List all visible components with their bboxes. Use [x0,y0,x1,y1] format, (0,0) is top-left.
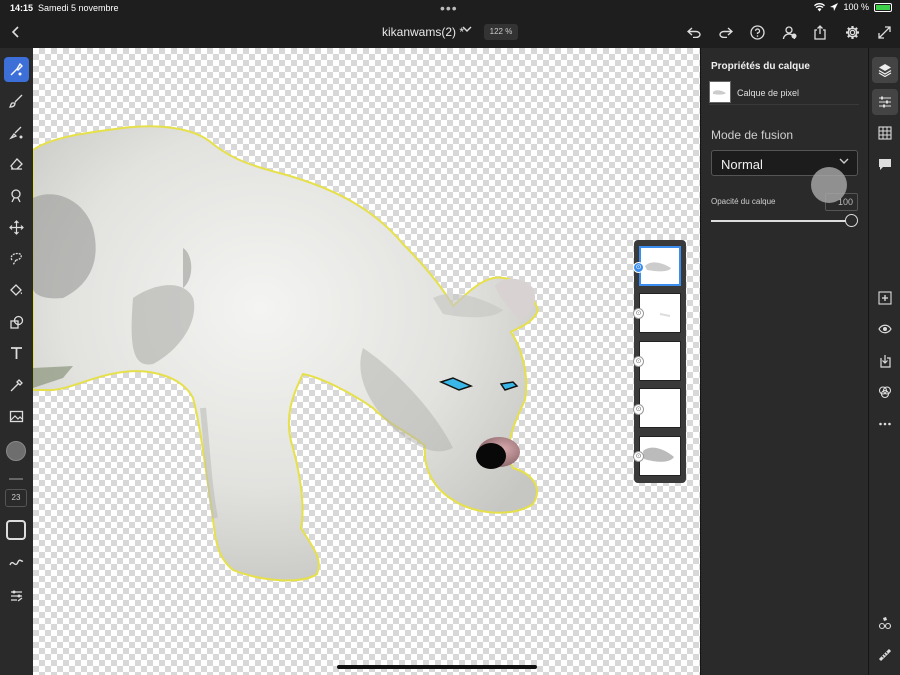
brush-settings-icon[interactable] [4,583,29,608]
document-title[interactable]: kikanwams(2) * [382,25,464,39]
title-bar: kikanwams(2) * 122 % [0,16,900,48]
multitask-dots-icon[interactable]: ••• [440,0,458,16]
lasso-tool-icon[interactable] [4,246,29,271]
brush-tool-icon[interactable] [4,88,29,113]
back-chevron-icon[interactable] [6,22,26,42]
export-icon[interactable] [810,22,830,42]
color-swatch[interactable] [6,441,26,461]
chevron-down-icon[interactable] [462,25,472,36]
type-tool-icon[interactable] [4,341,29,366]
import-icon[interactable] [872,348,898,374]
quick-select-tool-icon[interactable] [4,57,29,82]
opacity-slider-track[interactable] [711,220,849,222]
grid-icon[interactable] [872,120,898,146]
help-icon[interactable] [747,22,767,42]
layer-strip: ⊙ ⊙ ⊙ ⊙ ⊙ [633,240,686,483]
layer-visibility-icon[interactable]: ⊙ [633,404,644,415]
healing-tool-icon[interactable] [4,183,29,208]
opacity-slider-thumb[interactable] [845,214,858,227]
layer-thumb-3[interactable] [639,341,681,381]
eye-icon[interactable] [872,316,898,342]
fill-tool-icon[interactable] [4,278,29,303]
status-bar: 14:15 Samedi 5 novembre ••• 100 % [0,0,900,16]
status-time: 14:15 [10,3,34,13]
zoom-level[interactable]: 122 % [484,24,518,40]
blend-mode-label: Mode de fusion [711,128,794,142]
chevron-down-icon [839,157,849,168]
share-user-icon[interactable] [779,22,799,42]
right-icon-rail [868,48,900,675]
layer-thumb-5[interactable] [639,436,681,476]
eyedropper-tool-icon[interactable] [4,373,29,398]
adjustments-icon[interactable] [872,89,898,115]
ruler-icon[interactable] [872,642,898,668]
layer-properties-panel: Propriétés du calque Calque de pixel Mod… [700,48,868,675]
divider [9,478,23,480]
layer-thumb-4[interactable] [639,388,681,428]
touch-indicator [811,167,847,203]
eraser-tool-icon[interactable] [4,151,29,176]
location-icon [830,3,839,11]
image-tool-icon[interactable] [4,404,29,429]
layer-visibility-icon[interactable]: ⊙ [633,356,644,367]
blend-mode-value: Normal [721,157,763,172]
polar-bear-image [33,125,540,582]
layer-visibility-icon[interactable]: ⊙ [633,262,644,273]
redo-icon[interactable] [716,22,736,42]
layer-row[interactable]: Calque de pixel [709,81,859,105]
layer-visibility-icon[interactable]: ⊙ [633,451,644,462]
left-toolbar: 23 [0,48,33,675]
comment-icon[interactable] [872,151,898,177]
blend-layers-icon[interactable] [872,379,898,405]
tip-shape-button[interactable] [6,520,26,540]
effects-icon[interactable] [872,610,898,636]
home-indicator[interactable] [337,665,537,669]
shape-tool-icon[interactable] [4,310,29,335]
layer-thumb-1[interactable] [639,246,681,286]
status-date: Samedi 5 novembre [38,3,119,13]
battery-percent: 100 % [843,2,869,12]
layers-icon[interactable] [872,57,898,83]
mix-brush-tool-icon[interactable] [4,120,29,145]
canvas[interactable]: ⊙ ⊙ ⊙ ⊙ ⊙ [33,48,700,675]
status-right: 100 % [814,2,892,12]
add-layer-icon[interactable] [872,285,898,311]
gear-icon[interactable] [842,22,862,42]
layer-thumbnail [709,81,731,103]
wifi-icon [814,2,826,11]
brush-size-value[interactable]: 23 [5,489,27,507]
layer-name: Calque de pixel [737,88,800,98]
smoothing-icon[interactable] [4,551,29,576]
layer-thumb-2[interactable] [639,293,681,333]
layer-visibility-icon[interactable]: ⊙ [633,308,644,319]
undo-icon[interactable] [684,22,704,42]
more-options-icon[interactable] [872,411,898,437]
move-tool-icon[interactable] [4,215,29,240]
panel-title: Propriétés du calque [711,61,810,72]
battery-icon [874,2,892,12]
opacity-label: Opacité du calque [711,197,776,206]
fullscreen-icon[interactable] [874,22,894,42]
